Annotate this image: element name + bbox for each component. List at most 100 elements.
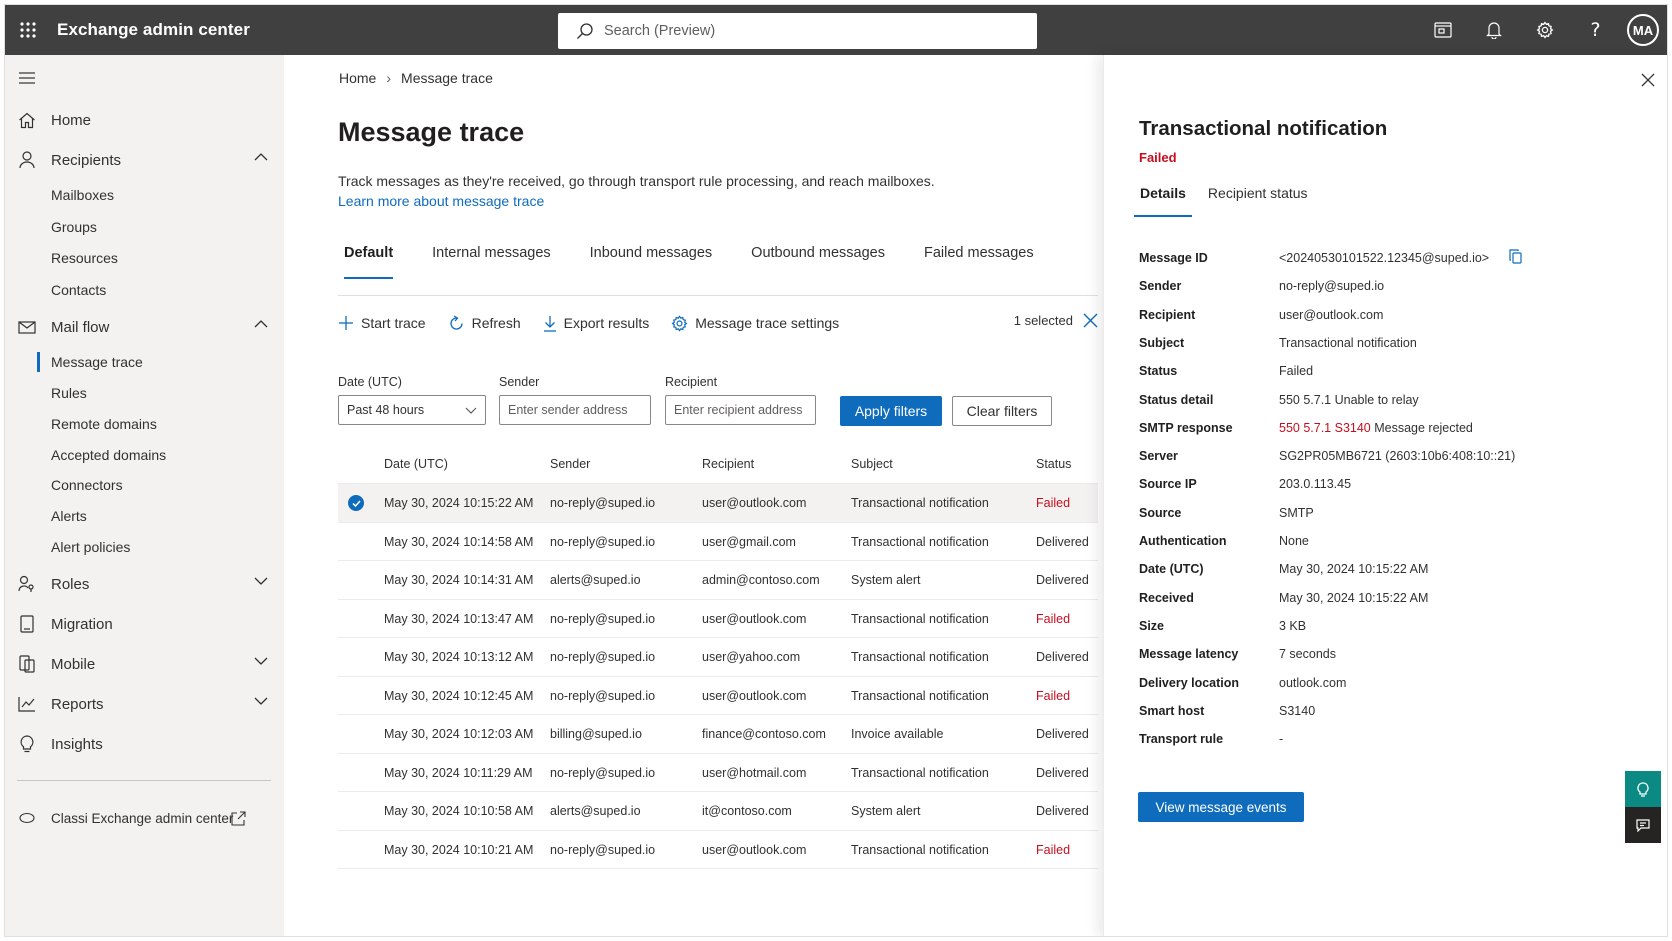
search-box[interactable]: Search (Preview) [558,13,1037,49]
nav-item-mobile[interactable]: Mobile [5,648,284,680]
clear-filters-button[interactable]: Clear filters [952,396,1052,426]
row-selected-check-icon[interactable] [348,495,364,511]
table-row[interactable]: May 30, 2024 10:14:31 AM alerts@suped.io a… [338,560,1098,599]
nav-sub-message-trace[interactable]: Message trace [51,350,143,374]
cell-recipient: user@outlook.com [702,688,807,703]
sender-input[interactable]: Enter sender address [499,395,651,425]
detail-value: outlook.com [1279,675,1347,690]
chevron-up-icon[interactable] [254,153,268,161]
detail-row: Received May 30, 2024 10:15:22 AM [1139,591,1659,611]
detail-row: Authentication None [1139,534,1659,554]
recipient-input[interactable]: Enter recipient address [665,395,816,425]
nav-item-recipients[interactable]: Recipients [5,144,284,176]
tab-failed-messages[interactable]: Failed messages [918,245,1040,279]
export-results-button[interactable]: Export results [543,315,649,332]
cell-sender: no-reply@suped.io [550,534,656,549]
nav-sub-alert-policies[interactable]: Alert policies [51,535,130,559]
column-header-recipient[interactable]: Recipient [702,457,754,471]
tab-outbound-messages[interactable]: Outbound messages [745,245,891,279]
table-row[interactable]: May 30, 2024 10:11:29 AM no-reply@suped.i… [338,752,1098,792]
chart-icon [17,696,37,712]
nav-label-reports: Reports [51,695,104,713]
column-header-status[interactable]: Status [1036,457,1071,471]
nav-sub-connectors[interactable]: Connectors [51,473,123,497]
nav-item-home[interactable]: Home [5,104,284,136]
nav-sub-remote-domains[interactable]: Remote domains [51,412,157,436]
settings-gear-icon[interactable] [1519,5,1570,55]
cell-status: Delivered [1036,534,1089,549]
detail-label: Source IP [1139,477,1197,492]
nav-sub-accepted-domains[interactable]: Accepted domains [51,443,166,467]
cell-status: Failed [1036,688,1071,703]
chevron-down-icon[interactable] [254,697,268,705]
user-avatar[interactable]: MA [1627,14,1659,46]
tab-internal-messages[interactable]: Internal messages [426,245,556,279]
apply-filters-button[interactable]: Apply filters [840,396,942,426]
nav-sub-rules[interactable]: Rules [51,381,87,405]
nav-item-migration[interactable]: Migration [5,608,284,640]
cell-subject: Transactional notification [851,611,989,626]
nav-label-migration: Migration [51,615,113,633]
clear-selection-close-icon[interactable] [1083,313,1098,328]
cell-subject: System alert [851,804,921,818]
feedback-icon[interactable] [1417,5,1468,55]
table-row[interactable]: May 30, 2024 10:13:12 AM no-reply@suped.i… [338,637,1098,676]
table-row[interactable]: May 30, 2024 10:12:03 AM billing@suped.io… [338,714,1098,753]
detail-value-code: 550 5.7.1 S3140 [1279,420,1371,435]
table-row[interactable]: May 30, 2024 10:12:45 AM no-reply@suped.i… [338,675,1098,715]
tab-default[interactable]: Default [338,245,399,279]
column-header-subject[interactable]: Subject [851,457,893,471]
refresh-button[interactable]: Refresh [448,314,521,332]
nav-label-mobile: Mobile [51,655,96,673]
collapse-menu-icon[interactable] [19,71,35,89]
tab-details[interactable]: Details [1134,185,1192,217]
nav-item-mail-flow[interactable]: Mail flow [5,311,284,343]
tab-inbound-messages[interactable]: Inbound messages [584,245,719,279]
column-header-date[interactable]: Date (UTC) [384,457,448,471]
table-row[interactable]: May 30, 2024 10:15:22 AM no-reply@suped.i… [338,483,1098,522]
chevron-up-icon[interactable] [254,320,268,328]
detail-label: Received [1139,590,1194,605]
breadcrumb-home[interactable]: Home [339,70,376,86]
message-trace-settings-button[interactable]: Message trace settings [671,314,839,332]
support-lightbulb-button[interactable] [1625,771,1661,807]
table-row[interactable]: May 30, 2024 10:13:47 AM no-reply@suped.i… [338,598,1098,638]
nav-sub-contacts[interactable]: Contacts [51,278,106,302]
app-launcher-icon[interactable] [5,5,51,55]
app-title[interactable]: Exchange admin center [57,20,250,40]
view-message-events-button[interactable]: View message events [1138,792,1304,822]
nav-sub-alerts[interactable]: Alerts [51,504,87,528]
nav-item-insights[interactable]: Insights [5,728,284,760]
classic-eac-link[interactable]: Classi Exchange admin center [5,802,284,834]
nav-sub-resources[interactable]: Resources [51,246,118,270]
detail-value: - [1279,732,1284,747]
copy-icon[interactable] [1509,249,1522,267]
nav-sub-mailboxes[interactable]: Mailboxes [51,183,114,207]
table-row[interactable]: May 30, 2024 10:14:58 AM no-reply@suped.i… [338,521,1098,561]
refresh-label: Refresh [471,315,521,331]
detail-label: Status [1139,364,1178,379]
chevron-down-icon[interactable] [254,657,268,665]
table-row[interactable]: May 30, 2024 10:10:58 AM alerts@suped.io i… [338,791,1098,830]
date-range-dropdown[interactable]: Past 48 hours [338,395,486,425]
nav-item-roles[interactable]: Roles [5,568,284,600]
start-trace-button[interactable]: Start trace [338,315,426,331]
close-panel-icon[interactable] [1641,73,1655,87]
table-row[interactable]: May 30, 2024 10:10:21 AM no-reply@suped.i… [338,829,1098,869]
cell-status: Delivered [1036,727,1089,741]
chevron-down-icon[interactable] [254,577,268,585]
detail-value: 3 KB [1279,618,1307,633]
column-header-sender[interactable]: Sender [550,457,590,471]
chat-feedback-button[interactable] [1625,807,1661,843]
detail-row: Server SG2PR05MB6721 (2603:10b6:408:10::2… [1139,449,1659,469]
cell-sender: billing@suped.io [550,727,642,741]
help-icon[interactable]: ? [1570,5,1621,55]
tab-recipient-status[interactable]: Recipient status [1202,185,1314,217]
notifications-icon[interactable] [1468,5,1519,55]
detail-row: Source SMTP [1139,506,1659,526]
nav-item-reports[interactable]: Reports [5,688,284,720]
cell-date: May 30, 2024 10:11:29 AM [384,765,533,780]
learn-more-link[interactable]: Learn more about message trace [338,193,544,209]
detail-value: SMTP [1279,505,1314,520]
nav-sub-groups[interactable]: Groups [51,215,97,239]
